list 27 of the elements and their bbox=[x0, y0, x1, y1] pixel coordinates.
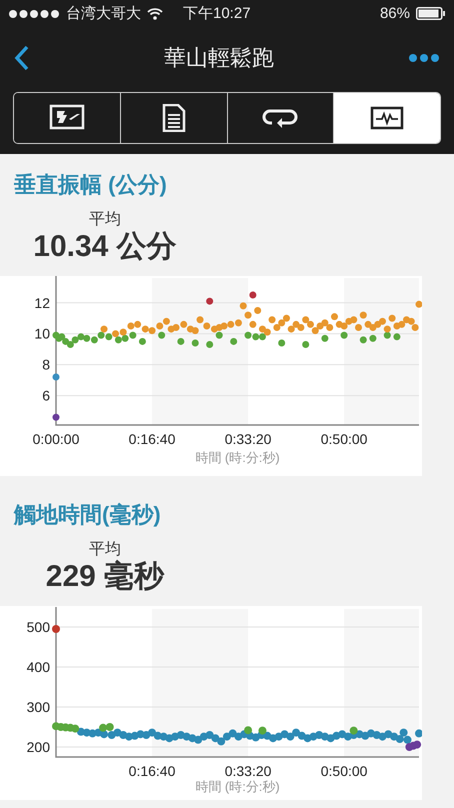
section-title: 垂直振幅 (公分) bbox=[14, 171, 168, 199]
average-value: 229 毫秒 bbox=[46, 560, 164, 594]
average-value: 10.34 公分 bbox=[33, 230, 177, 264]
axis-tick-label: 6 bbox=[42, 388, 50, 404]
screen-title: 華山輕鬆跑 bbox=[163, 44, 275, 72]
axis-tick-label: 0:33:20 bbox=[224, 431, 272, 447]
axis-tick-label: 200 bbox=[26, 739, 50, 755]
axis-title: 時間 (時:分:秒) bbox=[195, 450, 280, 465]
battery-percent: 86% bbox=[380, 5, 410, 22]
axis-title: 時間 (時:分:秒) bbox=[195, 779, 280, 794]
axis-tick-label: 12 bbox=[34, 294, 50, 311]
average-label: 平均 bbox=[89, 210, 121, 230]
carrier-name: 台湾大哥大 bbox=[66, 4, 141, 23]
section-title: 觸地時間(毫秒) bbox=[14, 501, 162, 529]
axis-tick-label: 8 bbox=[42, 356, 50, 373]
axis-tick-label: 0:00:00 bbox=[32, 431, 80, 447]
axis-tick-label: 10 bbox=[34, 326, 50, 342]
axis-tick-label: 500 bbox=[26, 619, 50, 635]
average-label: 平均 bbox=[89, 540, 121, 560]
axis-tick-label: 0:16:40 bbox=[128, 763, 176, 779]
axis-tick-label: 0:16:40 bbox=[128, 431, 176, 447]
axis-tick-label: 0:50:00 bbox=[320, 431, 368, 447]
clock-time: 下午10:27 bbox=[183, 4, 251, 23]
axis-tick-label: 400 bbox=[26, 659, 50, 675]
axis-tick-label: 0:33:20 bbox=[224, 763, 272, 779]
axis-tick-label: 0:50:00 bbox=[320, 763, 368, 779]
axis-tick-label: 300 bbox=[26, 699, 50, 715]
